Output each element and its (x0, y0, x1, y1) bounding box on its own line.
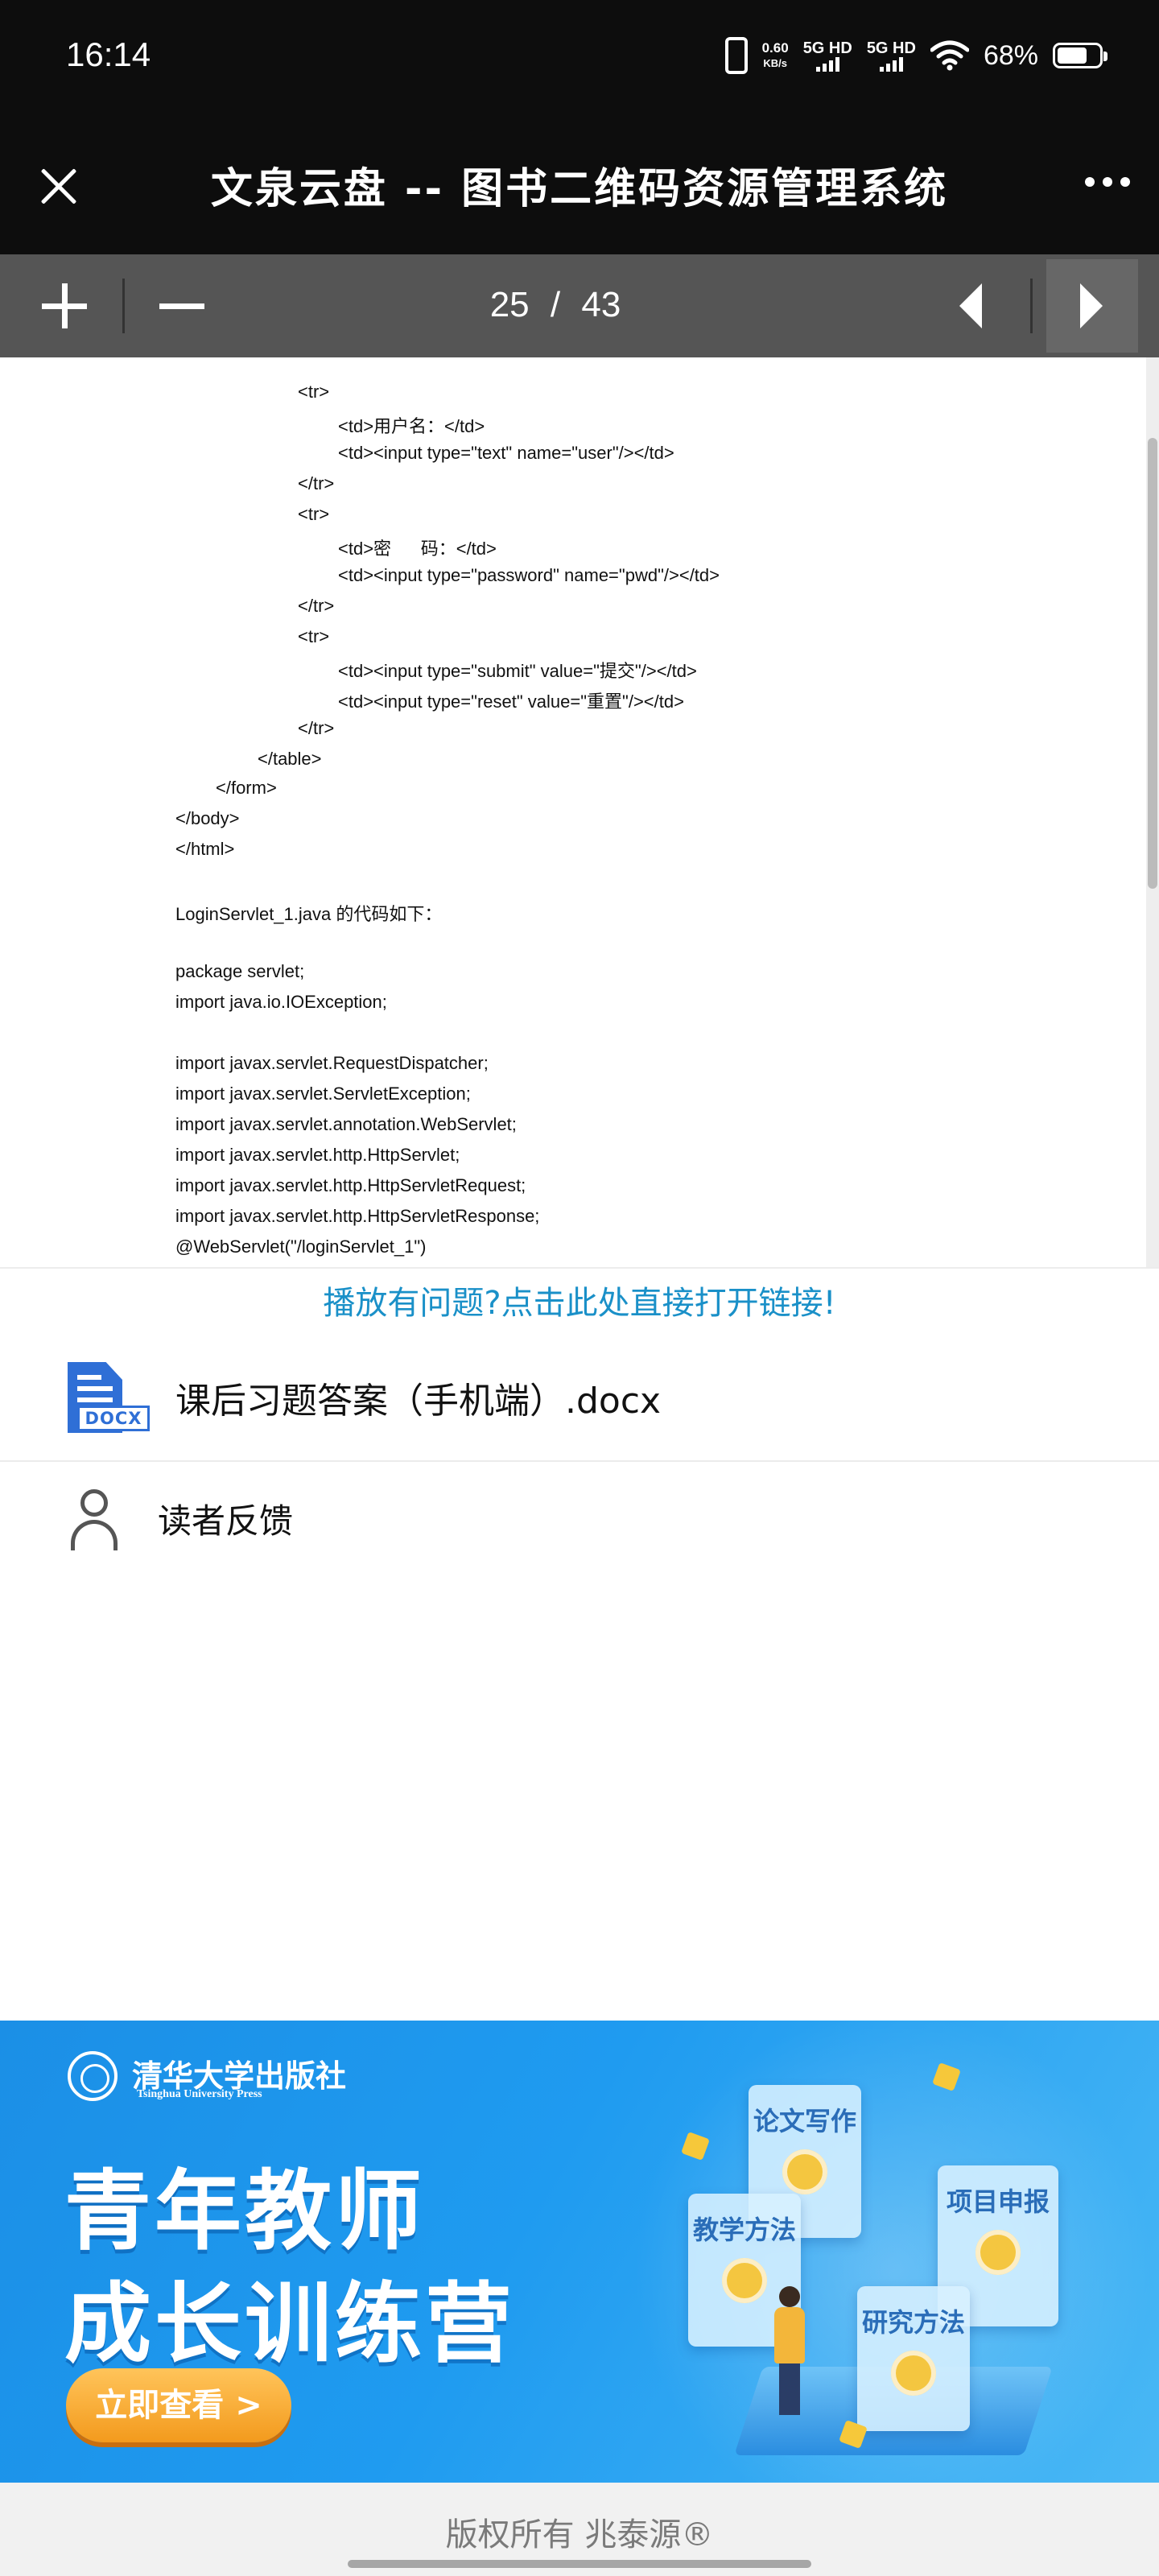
attachment-name: 课后习题答案（手机端）.docx (175, 1381, 662, 1422)
network-5g-1: 5G HD (803, 39, 852, 72)
document-line: </html> (175, 839, 235, 859)
document-line: <td><input type="password" name="pwd"/><… (338, 565, 720, 585)
document-line: </body> (175, 808, 240, 828)
zoom-in-icon[interactable] (42, 283, 87, 328)
docx-tag: DOCX (77, 1406, 150, 1431)
toolbar-divider (122, 279, 125, 333)
document-line: import javax.servlet.annotation.WebServl… (175, 1114, 517, 1134)
pdf-toolbar: 25 / 43 (0, 254, 1159, 357)
document-line: <tr> (298, 382, 330, 402)
vibrate-icon (724, 37, 748, 74)
zoom-out-icon[interactable] (159, 283, 204, 328)
document-line: <td>密 码：</td> (338, 539, 497, 559)
status-bar: 16:14 0.60 KB/s 5G HD 5G HD 68% (0, 0, 1159, 121)
next-page-icon[interactable] (1046, 259, 1138, 353)
signal-icon (879, 57, 903, 72)
document-line: LoginServlet_1.java 的代码如下： (175, 904, 443, 924)
document-line: import java.io.IOException; (175, 992, 387, 1012)
reader-feedback-item[interactable]: 读者反馈 (0, 1462, 1159, 1575)
document-line: <td><input type="text" name="user"/></td… (338, 443, 674, 463)
document-line: <tr> (298, 626, 330, 646)
document-line: <td>用户名：</td> (338, 416, 485, 436)
document-line: </table> (258, 749, 322, 769)
document-line: <tr> (298, 504, 330, 524)
document-line: import javax.servlet.RequestDispatcher; (175, 1053, 489, 1073)
page-separator: / (550, 285, 561, 324)
more-icon[interactable] (1085, 177, 1130, 187)
copyright-text: 版权所有 兆泰源® (445, 2516, 714, 2553)
document-line: import javax.servlet.http.HttpServlet; (175, 1145, 460, 1165)
document-line: @WebServlet("/loginServlet_1") (175, 1236, 427, 1257)
network-speed: 0.60 KB/s (762, 40, 789, 71)
docx-file-icon: DOCX (66, 1362, 150, 1438)
home-indicator[interactable] (348, 2560, 811, 2568)
battery-icon (1053, 43, 1107, 68)
total-pages: 43 (581, 285, 621, 324)
document-line: </tr> (298, 473, 335, 493)
network-5g-2: 5G HD (867, 39, 916, 72)
view-now-button[interactable]: 立即查看 > (66, 2368, 291, 2442)
wifi-icon (930, 40, 969, 71)
document-line: import javax.servlet.ServletException; (175, 1084, 471, 1104)
prev-page-icon[interactable] (942, 283, 990, 328)
document-viewer[interactable]: <tr> <td>用户名：</td> <td><input type="text… (0, 357, 1159, 1267)
open-link[interactable]: 播放有问题?点击此处直接打开链接! (0, 1277, 1159, 1323)
page-indicator: 25 / 43 (451, 285, 660, 325)
network-speed-unit: KB/s (763, 57, 787, 69)
banner-card: 研究方法 (857, 2286, 970, 2431)
banner-headline-2: 成长训练营 (64, 2274, 516, 2375)
signal-icon (815, 57, 839, 72)
toolbar-divider (1030, 279, 1033, 333)
status-time: 16:14 (66, 35, 151, 73)
page-title: 文泉云盘 -- 图书二维码资源管理系统 (210, 165, 949, 213)
banner-card-label: 论文写作 (753, 2106, 856, 2136)
publisher-logo-icon (68, 2051, 118, 2101)
banner-card-label: 研究方法 (861, 2307, 965, 2338)
user-icon (68, 1489, 121, 1550)
document-line: import javax.servlet.http.HttpServletRes… (175, 1206, 540, 1226)
person-illustration (773, 2286, 805, 2415)
attachment-item[interactable]: DOCX 课后习题答案（手机端）.docx (0, 1336, 1159, 1462)
document-line: <td><input type="submit" value="提交"/></t… (338, 661, 697, 681)
document-line: import javax.servlet.http.HttpServletReq… (175, 1175, 526, 1195)
banner-headline-1: 青年教师 (64, 2161, 426, 2262)
publisher-name-en: Tsinghua University Press (137, 2088, 262, 2100)
document-line: <td><input type="reset" value="重置"/></td… (338, 691, 684, 712)
network-label-2: 5G HD (866, 39, 916, 57)
status-icons: 0.60 KB/s 5G HD 5G HD 68% (724, 37, 1107, 74)
footer: 版权所有 兆泰源® (0, 2483, 1159, 2576)
scrollbar-thumb[interactable] (1148, 438, 1157, 889)
battery-percent: 68% (983, 39, 1038, 71)
app-header: 文泉云盘 -- 图书二维码资源管理系统 (0, 121, 1159, 254)
document-scrollbar[interactable] (1146, 357, 1159, 1267)
banner-card-label: 项目申报 (946, 2186, 1050, 2217)
banner-card-label: 教学方法 (692, 2215, 796, 2245)
document-line: package servlet; (175, 961, 305, 981)
promo-banner[interactable]: 清华大学出版社 Tsinghua University Press 青年教师 成… (0, 2021, 1159, 2483)
divider (0, 1267, 1159, 1269)
feedback-label: 读者反馈 (158, 1501, 294, 1541)
document-line: </form> (216, 778, 277, 798)
document-line: </tr> (298, 596, 335, 616)
network-label-1: 5G HD (802, 39, 852, 57)
document-line: </tr> (298, 718, 335, 738)
network-speed-value: 0.60 (761, 40, 789, 56)
current-page: 25 (489, 285, 530, 324)
